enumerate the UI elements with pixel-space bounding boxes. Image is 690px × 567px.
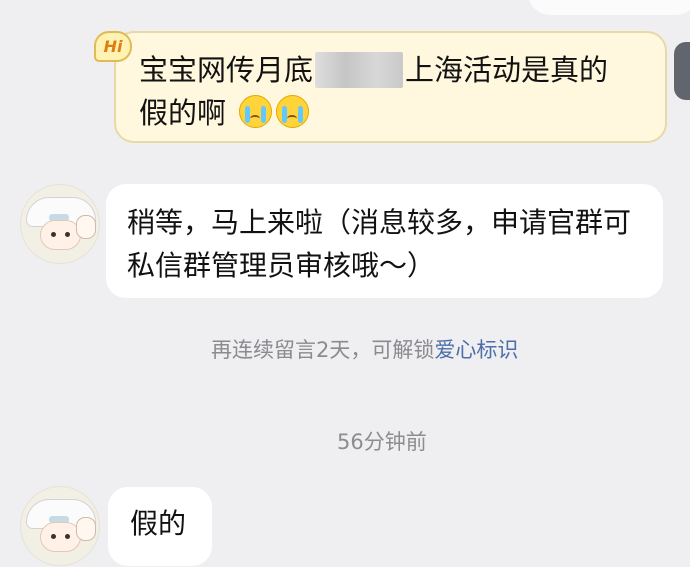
received-short-message-bubble[interactable]: 假的: [108, 487, 212, 566]
obscured-text-block: [315, 52, 404, 88]
unlock-hint: 再连续留言2天，可解锁爱心标识: [211, 333, 518, 367]
officer-avatar-icon[interactable]: [20, 486, 100, 566]
avatar-face: [40, 522, 81, 552]
unlock-hint-text: 再连续留言2天，可解锁: [211, 338, 435, 362]
message-timestamp: 56分钟前: [337, 430, 427, 454]
crying-face-mouth: [250, 115, 261, 122]
waving-hand-icon: [76, 215, 96, 239]
avatar-face: [40, 220, 81, 250]
user-avatar-edge[interactable]: [674, 42, 690, 100]
crying-face-icon: [239, 95, 273, 128]
sent-message-line1-before: 宝宝网传月底: [139, 53, 314, 87]
received-message-bubble[interactable]: 稍等，马上来啦（消息较多，申请官群可私信群管理员审核哦～）: [106, 184, 663, 298]
heart-badge-link[interactable]: 爱心标识: [434, 338, 518, 362]
sent-message-line2: 假的啊: [139, 96, 227, 130]
hi-badge-icon: Hi: [94, 31, 132, 62]
watermark-obscured-text: [524, 535, 674, 558]
previous-message-bubble-edge: [528, 0, 690, 15]
sent-message-line1-after: 上海活动是真的: [405, 53, 609, 87]
waving-hand-icon: [76, 517, 96, 541]
crying-face-mouth: [287, 115, 298, 122]
sent-message-bubble[interactable]: 宝宝网传月底 上海活动是真的 假的啊: [114, 31, 667, 143]
officer-avatar-icon[interactable]: [20, 184, 100, 264]
crying-face-icon: [276, 95, 310, 128]
